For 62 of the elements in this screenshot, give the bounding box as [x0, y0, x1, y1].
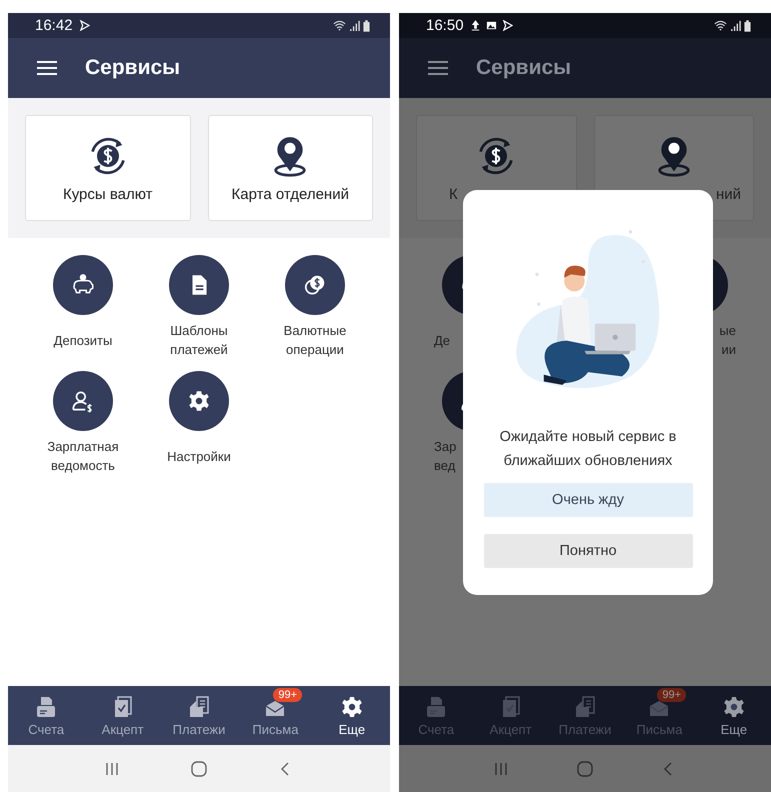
home-icon[interactable] — [577, 760, 593, 776]
recent-apps-icon[interactable] — [104, 760, 120, 776]
dialog-message: Ожидайте новый сервис в ближайших обновлениях — [498, 428, 678, 471]
battery-icon — [363, 20, 370, 32]
card-label: Курсы валют — [62, 186, 153, 202]
nav-tab[interactable]: Еще — [696, 686, 771, 745]
nav-tab[interactable]: Акцепт — [84, 686, 161, 745]
wifi-icon — [714, 20, 727, 31]
tab-label: Письма — [252, 722, 298, 736]
card-label: ний — [716, 186, 741, 202]
tab-label: Еще — [338, 722, 366, 736]
tab-label: Платежи — [172, 722, 226, 736]
image-icon — [486, 20, 497, 31]
upload-icon — [470, 20, 481, 31]
nav-tab[interactable]: Платежи — [160, 686, 238, 745]
menu-icon[interactable] — [428, 60, 448, 76]
nav-tab[interactable]: Счета — [399, 686, 474, 745]
service-label: Шаблоны платежей — [170, 322, 228, 359]
card-label: К — [449, 186, 458, 202]
documents-icon — [573, 694, 598, 718]
dialog-button[interactable]: Понятно — [484, 534, 692, 568]
service-card[interactable]: Карта отделений — [208, 115, 373, 221]
tab-label: Письма — [636, 722, 682, 736]
tab-label: Акцепт — [490, 722, 532, 736]
tab-label: Еще — [720, 722, 748, 736]
nav-tab[interactable]: 99+ Письма — [237, 686, 314, 745]
signal-icon — [729, 20, 742, 31]
service-label: Зарплатная ведомость — [47, 438, 119, 475]
status-time: 16:50 — [426, 17, 464, 34]
play-icon — [502, 20, 513, 31]
nav-tab[interactable]: Платежи — [548, 686, 622, 745]
settings-icon — [722, 694, 746, 718]
app-bar-title: Сервисы — [85, 56, 180, 80]
card-label: Карта отделений — [232, 186, 349, 202]
dialog-button[interactable]: Очень жду — [484, 483, 692, 517]
unread-badge: 99+ — [657, 688, 686, 702]
tab-label: Счета — [28, 722, 64, 736]
service-label: Валютные операции — [284, 322, 346, 359]
service-label: ые ии — [719, 322, 736, 359]
tab-label: Счета — [418, 722, 454, 736]
battery-icon — [744, 20, 751, 32]
nav-tab[interactable]: Счета — [8, 686, 84, 745]
nav-tab[interactable]: Еще — [314, 686, 390, 745]
play-icon — [78, 20, 90, 31]
signal-icon — [348, 20, 361, 31]
unread-badge: 99+ — [273, 688, 302, 702]
service-label: Настройки — [167, 448, 231, 466]
settings-icon — [340, 694, 364, 718]
service-label: Де — [434, 332, 450, 350]
tab-label: Акцепт — [102, 722, 144, 736]
nav-tab[interactable]: 99+ Письма — [622, 686, 697, 745]
documents-icon — [187, 694, 212, 718]
service-card[interactable]: Курсы валют — [25, 115, 190, 221]
wifi-icon — [333, 20, 346, 31]
service-label: Депозиты — [54, 332, 112, 350]
tab-label: Платежи — [558, 722, 612, 736]
home-icon[interactable] — [190, 760, 207, 776]
service-label: Зар вед — [434, 438, 456, 475]
app-bar-title: Сервисы — [476, 56, 572, 80]
nav-tab[interactable]: Акцепт — [473, 686, 548, 745]
status-time: 16:42 — [35, 17, 73, 34]
recent-apps-icon[interactable] — [493, 760, 509, 776]
